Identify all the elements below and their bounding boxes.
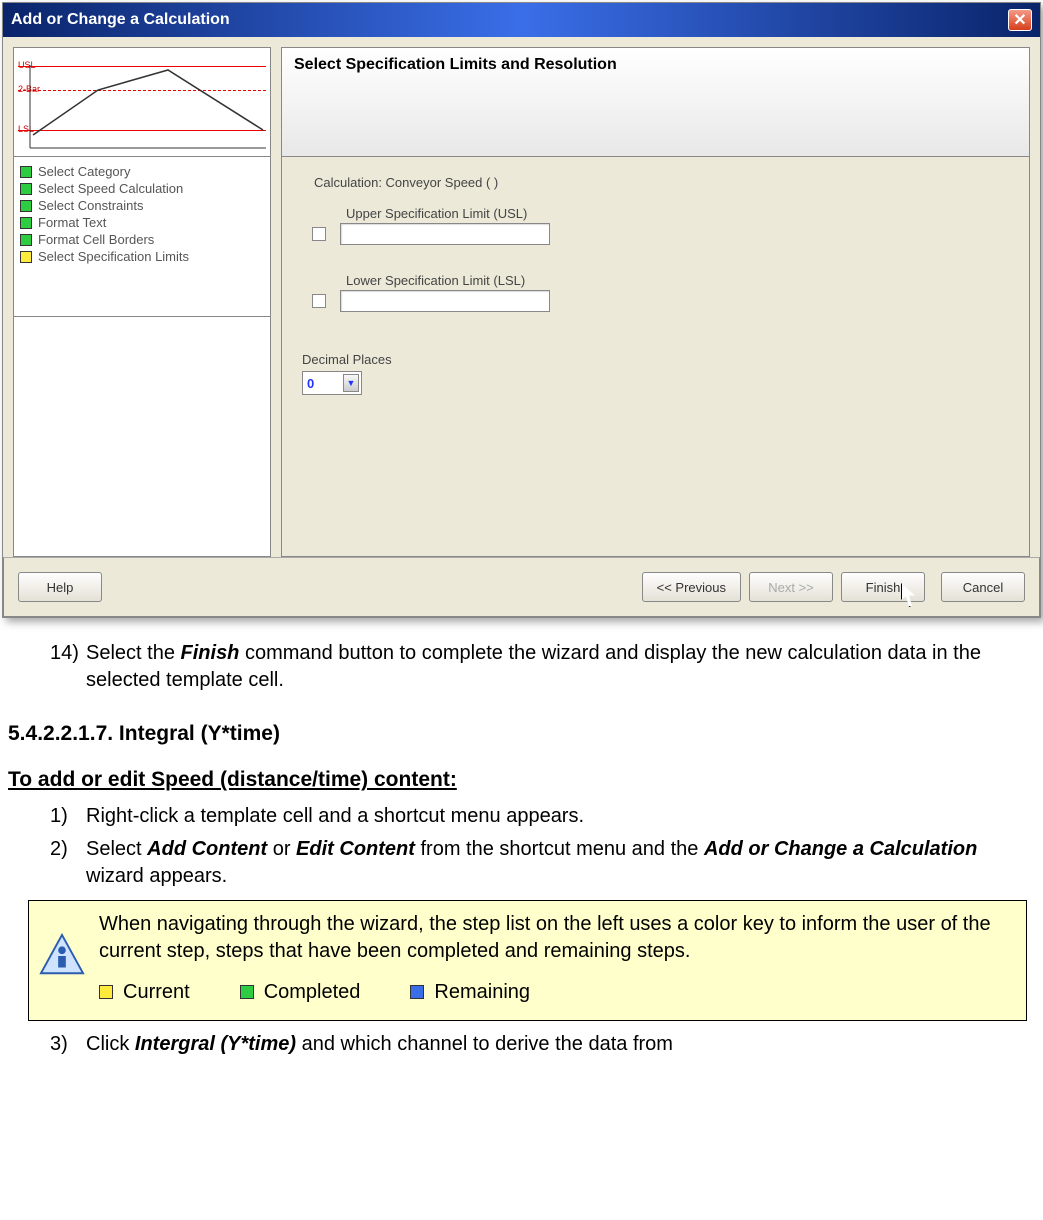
sub-heading: To add or edit Speed (distance/time) con… <box>8 766 1035 794</box>
step-14: 14) Select the Finish command button to … <box>50 640 1035 694</box>
previous-button[interactable]: << Previous <box>642 572 741 602</box>
square-icon <box>99 985 113 999</box>
legend-label: Completed <box>264 979 361 1006</box>
close-button[interactable]: ✕ <box>1008 9 1032 31</box>
usl-input[interactable] <box>340 223 550 245</box>
step-label: Select Speed Calculation <box>38 181 183 196</box>
legend-current: Current <box>99 979 190 1006</box>
square-icon <box>410 985 424 999</box>
text-bold: Add Content <box>147 838 267 860</box>
square-icon <box>20 234 32 246</box>
decimal-label: Decimal Places <box>302 352 1009 367</box>
square-icon <box>20 166 32 178</box>
list-number: 2) <box>50 836 86 890</box>
window-body: USL 2-Bar LSL Select Category Select Spe… <box>3 37 1040 557</box>
list-text: Click Intergral (Y*time) and which chann… <box>86 1031 1035 1058</box>
chevron-down-icon: ▼ <box>343 374 359 392</box>
window-title: Add or Change a Calculation <box>11 11 230 29</box>
step-1: 1) Right-click a template cell and a sho… <box>50 803 1035 830</box>
decimal-row: Decimal Places 0 ▼ <box>302 352 1009 395</box>
next-button: Next >> <box>749 572 833 602</box>
lsl-row: Lower Specification Limit (LSL) <box>302 273 1009 312</box>
left-pane: USL 2-Bar LSL Select Category Select Spe… <box>13 47 271 557</box>
decimal-select[interactable]: 0 ▼ <box>302 371 362 395</box>
text-bold: Add or Change a Calculation <box>704 838 977 860</box>
step-item-constraints[interactable]: Select Constraints <box>18 197 266 214</box>
titlebar: Add or Change a Calculation ✕ <box>3 3 1040 37</box>
text-bold: Finish <box>181 642 240 664</box>
square-icon <box>20 183 32 195</box>
text: Click <box>86 1033 135 1055</box>
text: from the shortcut menu and the <box>415 838 704 860</box>
cancel-button[interactable]: Cancel <box>941 572 1025 602</box>
step-2: 2) Select Add Content or Edit Content fr… <box>50 836 1035 890</box>
square-icon <box>20 251 32 263</box>
square-icon <box>20 200 32 212</box>
note-paragraph: When navigating through the wizard, the … <box>99 911 1012 965</box>
chart-trend-line <box>28 60 268 150</box>
text-bold: Intergral (Y*time) <box>135 1033 296 1055</box>
preview-chart: USL 2-Bar LSL <box>13 47 271 157</box>
legend-remaining: Remaining <box>410 979 530 1006</box>
close-icon: ✕ <box>1013 10 1026 30</box>
calculation-label: Calculation: Conveyor Speed ( ) <box>314 175 1009 190</box>
step-item-format-borders[interactable]: Format Cell Borders <box>18 231 266 248</box>
list-text: Right-click a template cell and a shortc… <box>86 803 1035 830</box>
step-label: Format Text <box>38 215 106 230</box>
lsl-input[interactable] <box>340 290 550 312</box>
list-text: Select Add Content or Edit Content from … <box>86 836 1035 890</box>
lsl-label: Lower Specification Limit (LSL) <box>346 273 1009 288</box>
usl-checkbox[interactable] <box>312 227 326 241</box>
info-note: When navigating through the wizard, the … <box>28 900 1027 1021</box>
step-label: Select Specification Limits <box>38 249 189 264</box>
square-icon <box>240 985 254 999</box>
lsl-checkbox[interactable] <box>312 294 326 308</box>
color-legend: Current Completed Remaining <box>99 979 1012 1006</box>
step-label: Format Cell Borders <box>38 232 154 247</box>
list-number: 1) <box>50 803 86 830</box>
text-bold: Edit Content <box>296 838 415 860</box>
usl-row: Upper Specification Limit (USL) <box>302 206 1009 245</box>
square-icon <box>20 217 32 229</box>
info-icon <box>39 933 85 979</box>
list-number: 14) <box>50 640 86 694</box>
usl-label: Upper Specification Limit (USL) <box>346 206 1009 221</box>
help-button[interactable]: Help <box>18 572 102 602</box>
decimal-value: 0 <box>307 376 314 391</box>
step-list: Select Category Select Speed Calculation… <box>13 157 271 317</box>
text: or <box>267 838 296 860</box>
step-item-format-text[interactable]: Format Text <box>18 214 266 231</box>
text: wizard appears. <box>86 865 227 887</box>
step-item-category[interactable]: Select Category <box>18 163 266 180</box>
text: Select <box>86 838 147 860</box>
step-label: Select Constraints <box>38 198 144 213</box>
text: and which channel to derive the data fro… <box>296 1033 673 1055</box>
list-number: 3) <box>50 1031 86 1058</box>
left-filler <box>13 317 271 557</box>
button-bar: Help << Previous Next >> Finish Cancel <box>3 557 1040 617</box>
right-pane: Select Specification Limits and Resoluti… <box>281 47 1030 557</box>
legend-label: Remaining <box>434 979 530 1006</box>
list-text: Select the Finish command button to comp… <box>86 640 1035 694</box>
step-item-speed[interactable]: Select Speed Calculation <box>18 180 266 197</box>
document-body: 14) Select the Finish command button to … <box>0 630 1043 1084</box>
step-item-spec-limits[interactable]: Select Specification Limits <box>18 248 266 265</box>
text: Select the <box>86 642 181 664</box>
legend-label: Current <box>123 979 190 1006</box>
finish-button[interactable]: Finish <box>841 572 925 602</box>
note-content: When navigating through the wizard, the … <box>99 911 1012 1006</box>
form-area: Calculation: Conveyor Speed ( ) Upper Sp… <box>281 157 1030 557</box>
section-heading: 5.4.2.2.1.7. Integral (Y*time) <box>8 720 1035 748</box>
legend-completed: Completed <box>240 979 361 1006</box>
wizard-window: Add or Change a Calculation ✕ USL 2-Bar … <box>2 2 1041 618</box>
step-label: Select Category <box>38 164 131 179</box>
section-header: Select Specification Limits and Resoluti… <box>281 47 1030 157</box>
step-3: 3) Click Intergral (Y*time) and which ch… <box>50 1031 1035 1058</box>
